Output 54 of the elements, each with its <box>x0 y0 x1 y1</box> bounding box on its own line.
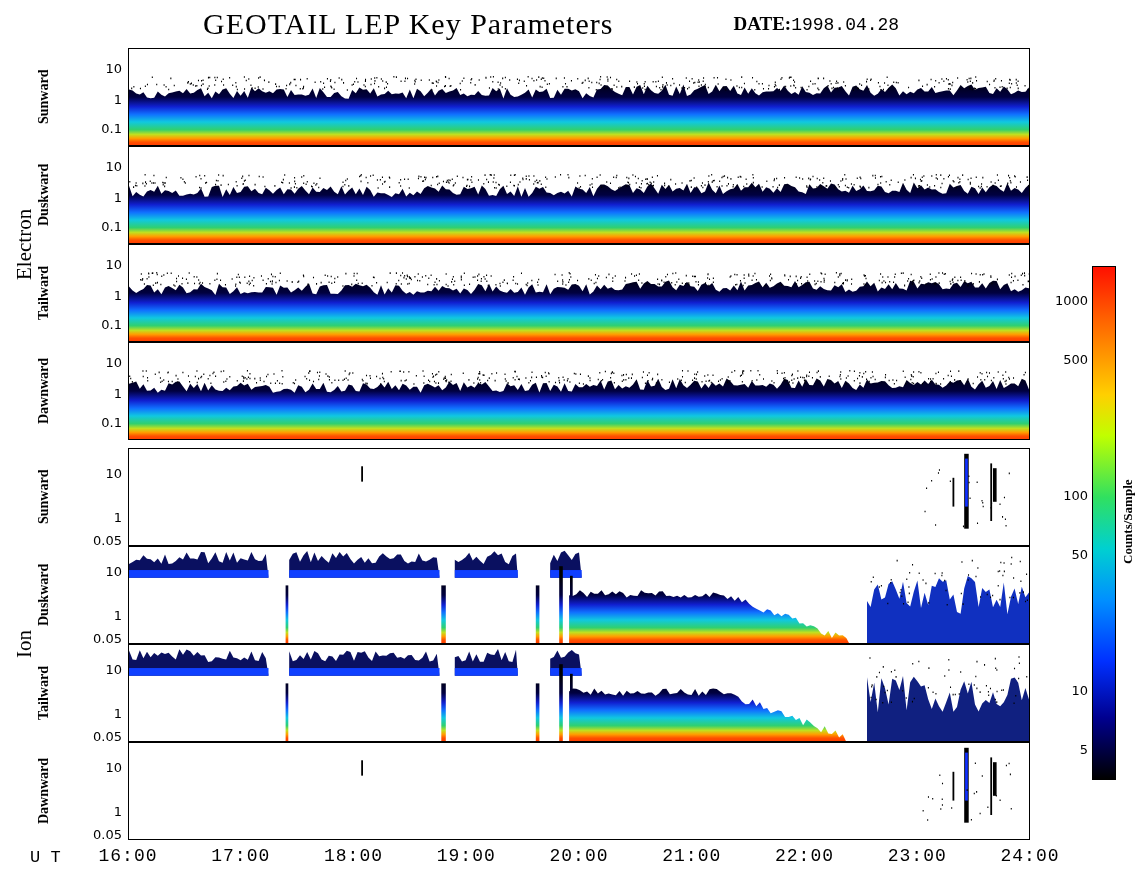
chart-title: GEOTAIL LEP Key Parameters <box>203 7 614 41</box>
panel-label: Duskward <box>36 562 52 629</box>
y-tick-label: 10 <box>105 256 122 272</box>
y-tick-label: 0.1 <box>101 316 122 332</box>
y-tick-label: 10 <box>105 759 122 775</box>
time-tick-label: 18:00 <box>324 846 383 866</box>
y-tick-label: 10 <box>105 563 122 579</box>
panel-label: Sunward <box>36 468 52 527</box>
y-tick-label: 0.05 <box>93 630 122 646</box>
panel-label: Tailward <box>36 265 52 322</box>
panel-label: Dawnward <box>36 356 52 427</box>
y-tick-label: 1 <box>113 189 122 205</box>
y-tick-label: 0.1 <box>101 414 122 430</box>
y-tick-label: 10 <box>105 661 122 677</box>
y-tick-label: 1 <box>113 287 122 303</box>
y-tick-label: 10 <box>105 354 122 370</box>
axis-label: U T <box>30 847 62 867</box>
time-tick-label: 23:00 <box>887 846 947 866</box>
y-tick-label: 0.05 <box>93 826 122 842</box>
panel-label: Sunward <box>36 68 52 127</box>
panel-label: Duskward <box>36 162 52 229</box>
time-tick-label: 17:00 <box>211 846 271 866</box>
color-scale-tick: 100 <box>1063 487 1088 503</box>
time-tick-label: 22:00 <box>775 846 834 866</box>
group-label: Electron <box>12 207 36 282</box>
time-tick-label: 21:00 <box>662 846 722 866</box>
group-label: Ion <box>12 629 36 660</box>
color-scale-title: Counts/Sample <box>1120 478 1136 567</box>
color-scale-tick: 50 <box>1071 546 1088 562</box>
time-tick-label: 19:00 <box>436 846 496 866</box>
y-tick-label: 0.05 <box>93 728 122 744</box>
color-scale-tick: 500 <box>1063 351 1088 367</box>
y-tick-label: 0.1 <box>101 120 122 136</box>
y-tick-label: 10 <box>105 60 122 76</box>
date-value: 1998.04.28 <box>791 15 900 35</box>
panel-label: Dawnward <box>36 756 52 827</box>
y-tick-label: 10 <box>105 465 122 481</box>
time-tick-label: 20:00 <box>549 846 609 866</box>
y-tick-label: 0.05 <box>93 532 122 548</box>
time-tick-label: 16:00 <box>98 846 158 866</box>
color-scale-tick: 5 <box>1079 741 1088 757</box>
y-tick-label: 1 <box>113 803 122 819</box>
date-label: DATE: <box>733 13 792 35</box>
y-tick-label: 1 <box>113 705 122 721</box>
color-scale-tick: 1000 <box>1054 292 1088 308</box>
y-tick-label: 1 <box>113 91 122 107</box>
y-tick-label: 0.1 <box>101 218 122 234</box>
time-tick-label: 24:00 <box>1000 846 1060 866</box>
y-tick-label: 1 <box>113 385 122 401</box>
y-tick-label: 10 <box>105 158 122 174</box>
panel-label: Tailward <box>36 665 52 722</box>
y-tick-label: 1 <box>113 607 122 623</box>
color-scale-tick: 10 <box>1071 683 1088 698</box>
y-tick-label: 1 <box>113 509 122 525</box>
